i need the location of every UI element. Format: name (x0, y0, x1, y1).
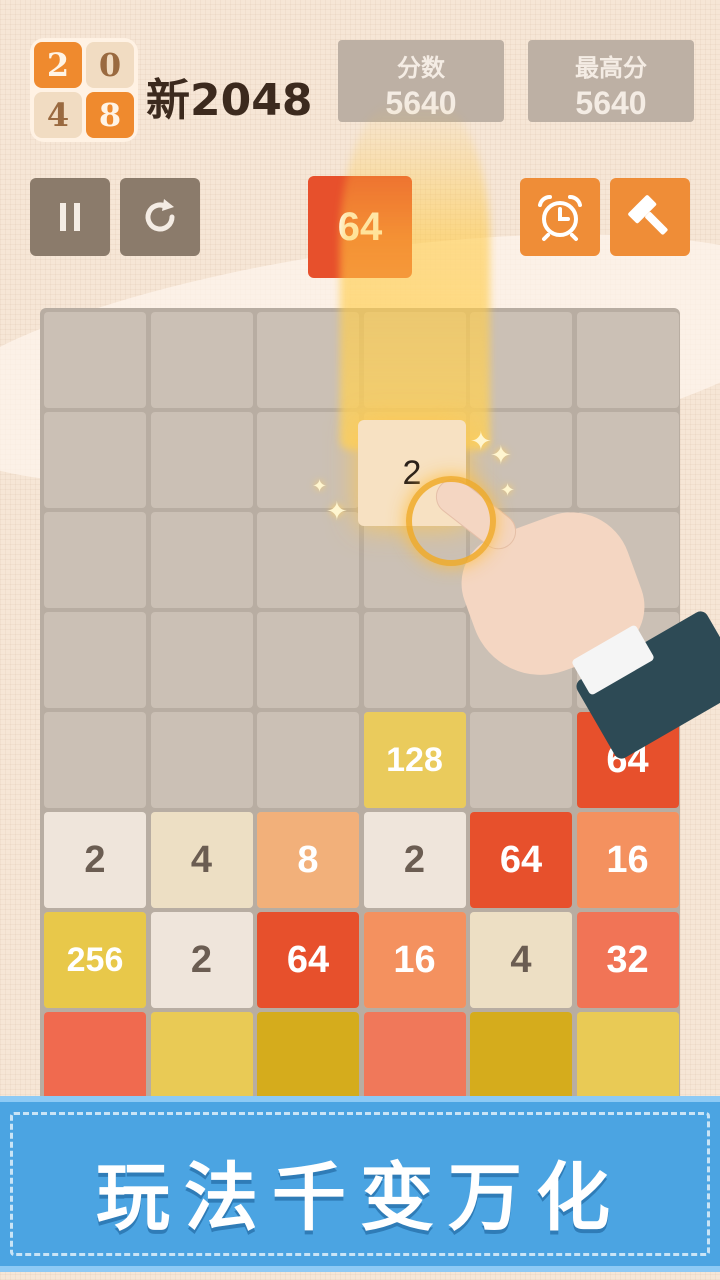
number-tile: 4 (150, 812, 253, 908)
number-tile: 16 (363, 912, 466, 1008)
board-cell (257, 712, 359, 808)
board-cell (150, 312, 253, 408)
score-label: 分数 (397, 54, 445, 82)
sparkle-icon: ✦ (470, 426, 492, 456)
number-tile (363, 1012, 466, 1108)
number-tile (150, 1012, 253, 1108)
number-tile: 16 (576, 812, 679, 908)
board-cell (150, 512, 253, 608)
app-title: 新2048 (146, 75, 313, 126)
board-cell (44, 412, 146, 508)
banner-text: 玩法千变万化 (96, 1155, 624, 1241)
number-tile: 64 (257, 912, 359, 1008)
best-score-value: 5640 (575, 85, 647, 121)
sparkle-icon: ✦ (326, 496, 348, 526)
number-tile: 4 (470, 912, 572, 1008)
logo-digit: 8 (86, 92, 134, 138)
number-tile (576, 1012, 679, 1108)
board-cell (470, 712, 572, 808)
board-cell (576, 412, 679, 508)
board-cell (257, 612, 359, 708)
number-tile: 8 (257, 812, 359, 908)
hammer-icon (628, 195, 668, 235)
board-cell (150, 712, 253, 808)
logo-digit: 2 (34, 42, 82, 88)
tap-ring-effect (406, 476, 496, 566)
number-tile: 32 (576, 912, 679, 1008)
board-cell (44, 612, 146, 708)
hammer-button[interactable] (610, 178, 690, 256)
logo-digit: 4 (34, 92, 82, 138)
number-tile: 2 (363, 812, 466, 908)
restart-button[interactable] (120, 178, 200, 256)
board-cell (44, 712, 146, 808)
board-cell (150, 412, 253, 508)
board-cell (150, 612, 253, 708)
number-tile: 128 (363, 712, 466, 808)
number-tile: 2 (150, 912, 253, 1008)
best-score-box: 最高分 5640 (528, 40, 694, 122)
pause-icon (60, 203, 80, 231)
alarm-clock-button[interactable] (520, 178, 600, 256)
light-beam-effect (340, 100, 490, 450)
board-cell (44, 312, 146, 408)
board-cell (576, 312, 679, 408)
sparkle-icon: ✦ (490, 440, 512, 470)
app-logo: 2 0 4 8 (30, 38, 138, 142)
number-tile (44, 1012, 146, 1108)
promo-banner: 玩法千变万化 (0, 1096, 720, 1272)
alarm-clock-icon (538, 195, 582, 241)
number-tile: 64 (470, 812, 572, 908)
board-cell (363, 612, 466, 708)
sparkle-icon: ✦ (312, 476, 328, 496)
number-tile (257, 1012, 359, 1108)
logo-digit: 0 (86, 42, 134, 88)
best-score-label: 最高分 (575, 54, 647, 82)
number-tile: 2 (44, 812, 146, 908)
board-cell (44, 512, 146, 608)
sparkle-icon: ✦ (500, 480, 516, 500)
restart-icon (145, 199, 175, 232)
number-tile (470, 1012, 572, 1108)
number-tile: 256 (44, 912, 146, 1008)
pause-button[interactable] (30, 178, 110, 256)
